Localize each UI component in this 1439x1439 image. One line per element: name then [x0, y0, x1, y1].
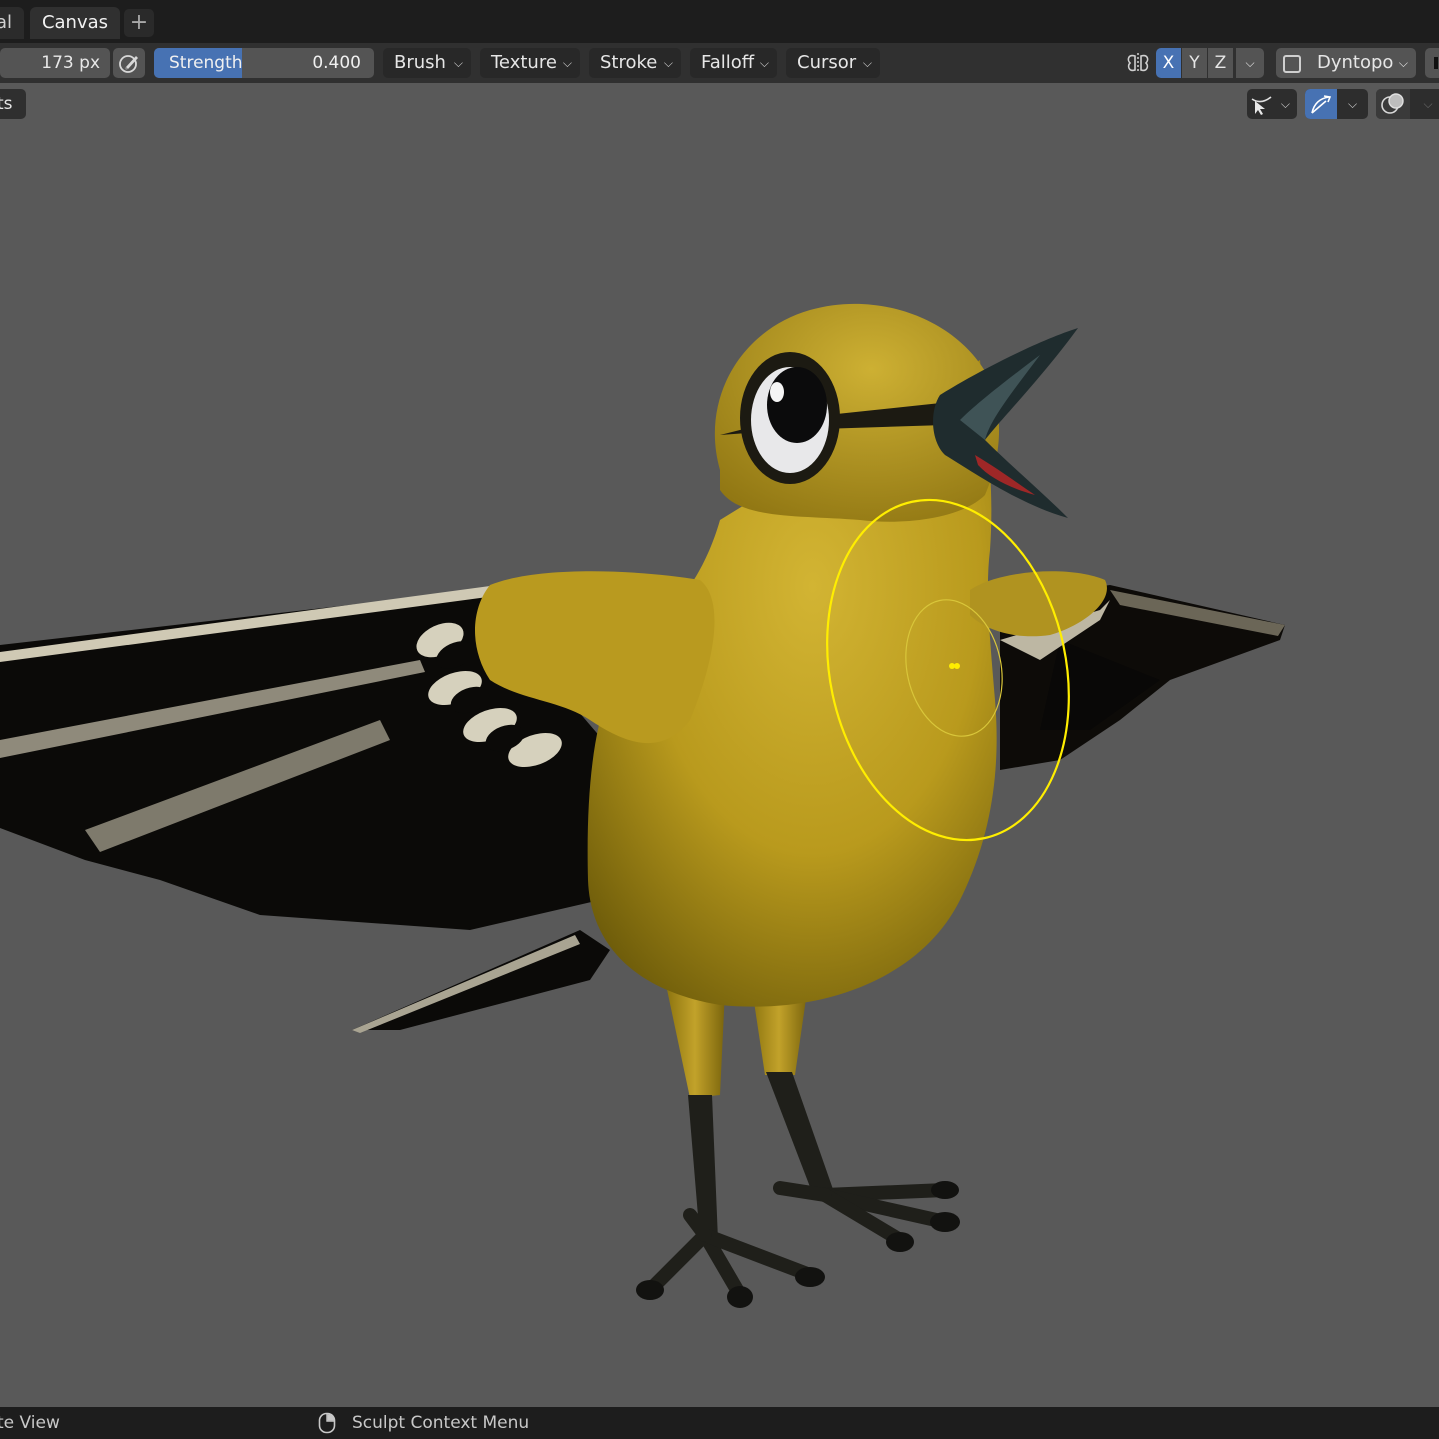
- brush-menu[interactable]: Brush ⌵: [383, 48, 471, 78]
- status-bar: te View Sculpt Context Menu: [0, 1407, 1439, 1439]
- remesh-icon: [1434, 57, 1438, 69]
- chevron-down-icon: ⌵: [759, 56, 769, 70]
- stroke-menu[interactable]: Stroke ⌵: [589, 48, 681, 78]
- chevron-down-icon: ⌵: [1245, 56, 1255, 70]
- chevron-down-icon: ⌵: [562, 56, 572, 70]
- dyntopo-label: Dyntopo: [1317, 52, 1394, 73]
- bird-sculpt-model: [0, 303, 1285, 1308]
- checkbox-box: [1283, 55, 1301, 73]
- strength-slider[interactable]: Strength 0.400: [154, 48, 374, 78]
- add-workspace-button[interactable]: +: [124, 9, 154, 37]
- stroke-menu-label: Stroke: [600, 52, 658, 73]
- mirror-y-toggle[interactable]: Y: [1182, 48, 1207, 78]
- tool-settings-bar: 173 px Strength 0.400 Brush ⌵ Texture ⌵ …: [0, 43, 1439, 83]
- cursor-menu[interactable]: Cursor ⌵: [786, 48, 880, 78]
- dyntopo-checkbox[interactable]: [1276, 48, 1306, 78]
- chevron-down-icon: ⌵: [1398, 56, 1408, 70]
- radius-value: 173 px: [41, 53, 100, 73]
- status-context-menu-hint: Sculpt Context Menu: [352, 1413, 530, 1433]
- radius-field[interactable]: 173 px: [0, 48, 110, 78]
- mirror-symmetry-icon[interactable]: [1124, 48, 1152, 78]
- falloff-menu[interactable]: Falloff ⌵: [690, 48, 777, 78]
- chevron-down-icon: ⌵: [453, 56, 463, 70]
- 3d-viewport[interactable]: ts ⌵ ⌵ ⌵: [0, 83, 1439, 1407]
- pen-pressure-icon: [119, 55, 138, 73]
- mouse-right-click-icon: [318, 1412, 336, 1434]
- texture-menu-label: Texture: [491, 52, 557, 73]
- chevron-down-icon: ⌵: [862, 56, 872, 70]
- pressure-toggle-button[interactable]: [113, 48, 145, 78]
- chevron-down-icon: ⌵: [663, 56, 673, 70]
- mirror-x-toggle[interactable]: X: [1156, 48, 1181, 78]
- remesh-button[interactable]: [1425, 48, 1439, 78]
- legs: [636, 975, 960, 1308]
- cursor-menu-label: Cursor: [797, 52, 857, 73]
- bird-eye: [740, 352, 840, 484]
- workspace-tab-bar: al Canvas +: [0, 0, 1439, 43]
- mirror-z-toggle[interactable]: Z: [1208, 48, 1233, 78]
- falloff-menu-label: Falloff: [701, 52, 755, 73]
- tab-previous[interactable]: al: [0, 7, 24, 39]
- strength-value: 0.400: [312, 53, 361, 73]
- brush-menu-label: Brush: [394, 52, 446, 73]
- tab-canvas[interactable]: Canvas: [30, 7, 120, 39]
- symmetry-options-dropdown[interactable]: ⌵: [1236, 48, 1264, 78]
- dyntopo-menu[interactable]: Dyntopo ⌵: [1306, 48, 1416, 78]
- texture-menu[interactable]: Texture ⌵: [480, 48, 580, 78]
- strength-label: Strength: [169, 53, 243, 73]
- status-rotate-view-hint: te View: [0, 1413, 60, 1433]
